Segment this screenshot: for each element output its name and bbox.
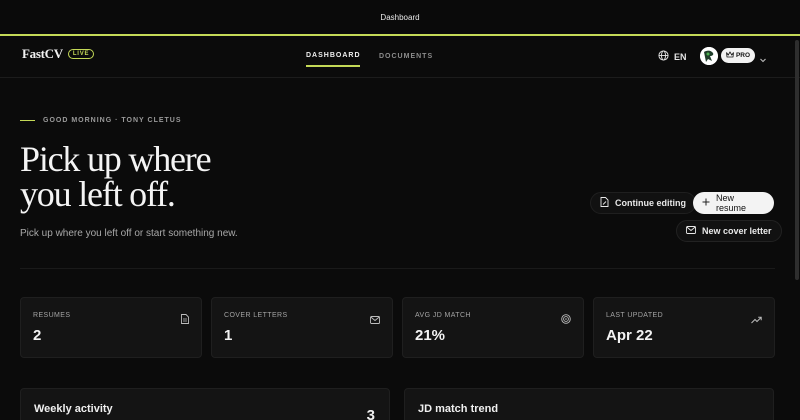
scrollbar[interactable] [795,40,799,280]
weekly-activity-panel: Weekly activity 3 [20,388,390,420]
stat-value: 2 [33,327,42,344]
section-divider [20,268,775,269]
jd-match-trend-panel: JD match trend [404,388,774,420]
plus-icon [702,198,710,208]
continue-editing-label: Continue editing [615,198,686,208]
stat-card-cover-letters[interactable]: COVER LETTERS 1 [211,297,393,358]
stat-card-last-updated[interactable]: LAST UPDATED Apr 22 [593,297,775,358]
greeting: GOOD MORNING · TONY CLETUS [20,117,182,124]
top-nav: FastCV LIVE DASHBOARD DOCUMENTS EN PRO [0,38,800,78]
stat-value: 1 [224,327,233,344]
mail-icon [370,311,380,329]
brand-logo[interactable]: FastCV LIVE [22,46,95,62]
language-switcher[interactable]: EN [658,50,687,63]
live-badge: LIVE [67,49,95,59]
mail-icon [686,226,696,236]
new-resume-label: New resume [716,193,747,213]
stat-value: 21% [415,327,446,344]
avatar[interactable] [700,47,718,65]
tab-dashboard[interactable]: DASHBOARD [306,45,360,67]
plan-badge-label: PRO [735,52,751,59]
continue-editing-button[interactable]: Continue editing [590,192,696,214]
page-title-line1: Pick up where [20,139,212,179]
stat-label: COVER LETTERS [224,312,288,319]
plan-badge[interactable]: PRO [721,48,755,63]
new-cover-letter-label: New cover letter [702,226,772,236]
stat-value: Apr 22 [606,327,653,344]
weekly-activity-title: Weekly activity [34,403,113,415]
window-titlebar: Dashboard [0,0,800,36]
target-icon [561,311,571,329]
document-icon [181,311,189,329]
window-title: Dashboard [380,12,420,22]
page-subtitle: Pick up where you left off or start some… [20,228,238,239]
crown-icon [726,51,734,60]
weekly-activity-count: 3 [366,407,375,420]
jd-match-trend-title: JD match trend [418,403,499,415]
brand-name: FastCV [22,46,63,61]
stat-card-resumes[interactable]: RESUMES 2 [20,297,202,358]
language-label: EN [674,51,687,62]
new-cover-letter-button[interactable]: New cover letter [676,220,782,242]
page-title-line2: you left off. [20,174,176,214]
new-resume-button[interactable]: New resume [693,192,774,214]
tab-documents[interactable]: DOCUMENTS [379,45,433,67]
file-edit-icon [600,197,609,209]
stat-label: LAST UPDATED [606,312,664,319]
globe-icon [658,50,669,63]
trending-up-icon [751,311,762,329]
stat-card-avg-jd-match[interactable]: AVG JD MATCH 21% [402,297,584,358]
stat-label: AVG JD MATCH [415,312,471,319]
chevron-down-icon[interactable] [759,51,767,69]
greeting-text: GOOD MORNING · TONY CLETUS [43,117,182,124]
stat-label: RESUMES [33,312,71,319]
greeting-rule [20,120,35,121]
page-title: Pick up where you left off. [20,139,280,214]
